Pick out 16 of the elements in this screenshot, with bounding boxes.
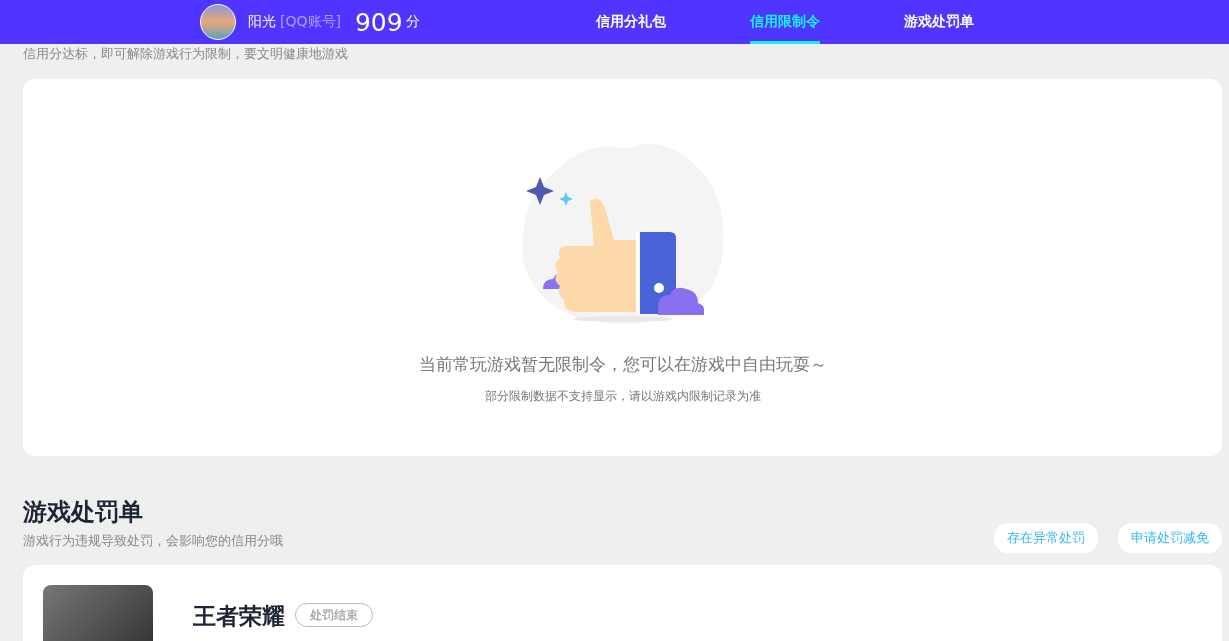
credit-score: 909 [354,7,403,37]
section-subtitle: 信用分达标，即可解除游戏行为限制，要文明健康地游戏 [23,45,349,63]
section-title: 游戏处罚单 [23,497,144,528]
nav-tab[interactable]: 信用限制令 [749,0,820,44]
score-unit: 分 [405,13,420,31]
action-button[interactable]: 存在异常处罚 [994,523,1098,553]
game-name: 王者荣耀 [193,602,285,631]
empty-note: 部分限制数据不支持显示，请以游戏内限制记录为准 [484,388,761,405]
user-name: 阳光 [248,13,276,31]
account-type: [QQ账号] [280,13,341,31]
nav-tab[interactable]: 游戏处罚单 [903,0,974,44]
section-subtitle: 游戏行为违规导致处罚，会影响您的信用分哦 [23,532,283,550]
action-button[interactable]: 申请处罚减免 [1118,523,1222,553]
nav-tab[interactable]: 信用分礼包 [595,0,666,44]
empty-message: 当前常玩游戏暂无限制令，您可以在游戏中自由玩耍～ [418,353,827,376]
user-avatar [200,4,236,40]
